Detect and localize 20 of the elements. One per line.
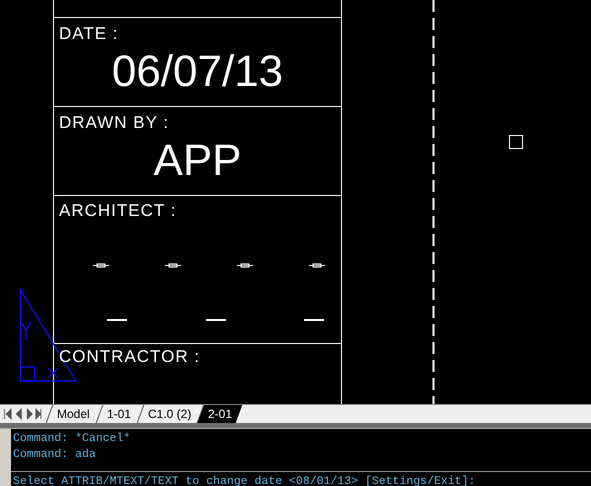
dash-mark — [164, 264, 182, 268]
dash-mark — [308, 264, 326, 268]
previous-tab-icon[interactable] — [13, 407, 23, 421]
dash-mark — [107, 319, 127, 321]
command-history-line: Command: ada — [13, 447, 97, 463]
field-value: 06/07/13 — [110, 46, 284, 98]
dash-mark — [206, 319, 226, 321]
first-tab-icon[interactable] — [2, 407, 12, 421]
window-grip[interactable] — [0, 429, 11, 486]
field-label: ARCHITECT : — [59, 201, 176, 221]
layout-tab[interactable]: 2-01 — [196, 405, 242, 423]
dash-mark — [92, 264, 110, 268]
dash-mark — [236, 264, 254, 268]
dash-mark — [304, 319, 324, 321]
grip-square[interactable] — [509, 135, 523, 149]
command-history-line: Command: *Cancel* — [13, 431, 132, 447]
next-tab-icon[interactable] — [24, 407, 34, 421]
field-label: DRAWN BY : — [59, 113, 170, 133]
field-value: APP — [152, 135, 243, 187]
field-label: DATE : — [59, 24, 119, 44]
